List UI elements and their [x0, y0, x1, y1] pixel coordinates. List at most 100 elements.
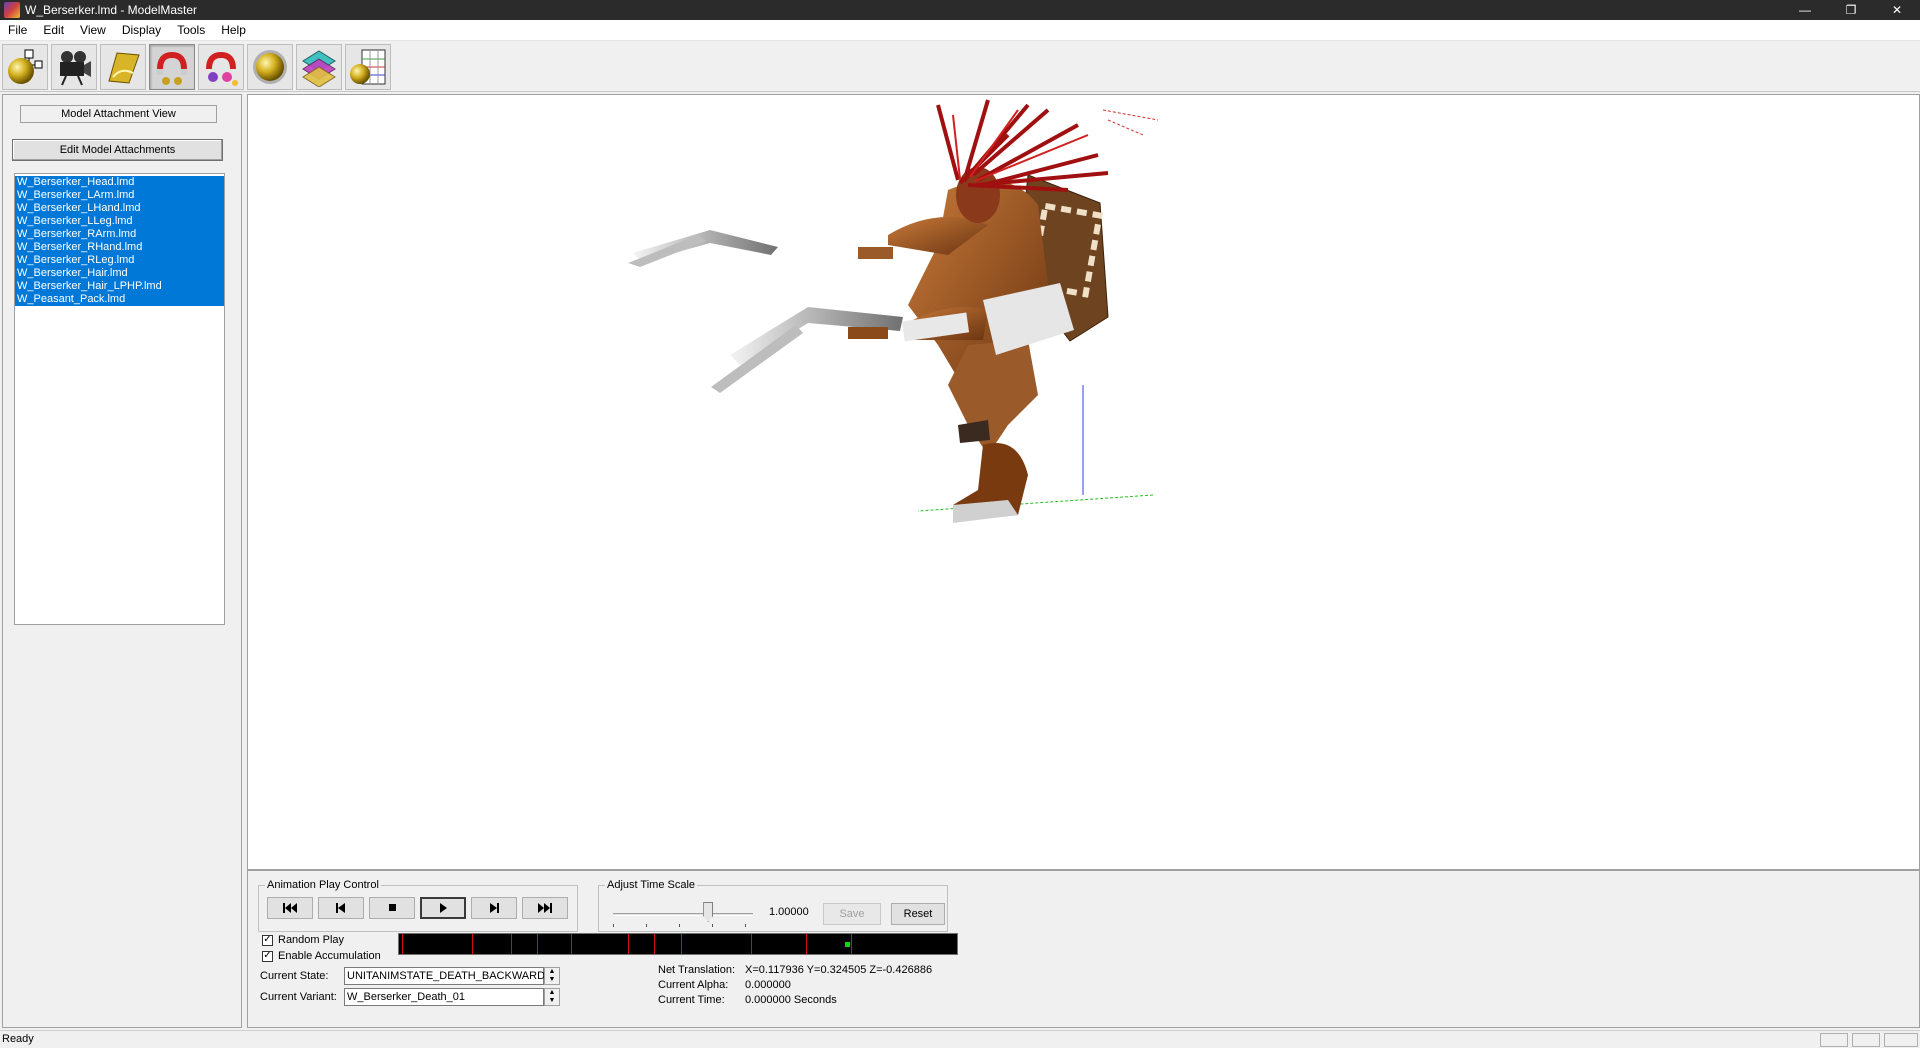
timeline-playhead[interactable] — [845, 942, 850, 947]
previous-frame-button[interactable] — [318, 897, 364, 919]
sphere-button[interactable] — [247, 43, 293, 90]
menu-file[interactable]: File — [0, 20, 35, 41]
menu-edit[interactable]: Edit — [35, 20, 72, 41]
berserker-model-render — [628, 99, 1159, 523]
toolbar — [0, 42, 1920, 92]
slider-tick — [646, 924, 647, 927]
texture-sheet-button[interactable] — [100, 43, 146, 90]
window-title: W_Berserker.lmd - ModelMaster — [25, 3, 198, 17]
current-variant-combo[interactable]: W_Berserker_Death_01 — [344, 988, 544, 1006]
list-item[interactable]: W_Peasant_Pack.lmd — [15, 293, 224, 306]
current-alpha-label: Current Alpha: — [658, 979, 729, 991]
last-frame-icon — [538, 903, 552, 913]
current-state-combo[interactable]: UNITANIMSTATE_DEATH_BACKWARD — [344, 967, 545, 985]
current-variant-spinner[interactable]: ▲ ▼ — [544, 988, 560, 1006]
attach-magnet-button[interactable] — [149, 43, 195, 90]
current-time-label: Current Time: — [658, 994, 725, 1006]
stop-button[interactable] — [369, 897, 415, 919]
list-item[interactable]: W_Berserker_RLeg.lmd — [15, 254, 224, 267]
timeline-event-marker — [571, 934, 572, 954]
time-scale-slider-thumb[interactable] — [703, 902, 714, 922]
minimize-button[interactable]: — — [1782, 0, 1828, 20]
stop-icon — [389, 904, 396, 911]
enable-accumulation-checkbox[interactable]: ✓ Enable Accumulation — [262, 950, 381, 962]
timeline-event-marker — [628, 934, 629, 954]
current-state-spinner[interactable]: ▲ ▼ — [544, 967, 560, 985]
time-scale-track[interactable] — [613, 913, 753, 916]
slider-tick — [679, 924, 680, 927]
window-controls: — ❐ ✕ — [1782, 0, 1920, 20]
random-play-label: Random Play — [278, 934, 345, 946]
model-viewport[interactable] — [247, 94, 1920, 870]
timeline-event-marker — [472, 934, 473, 954]
current-state-label: Current State: — [260, 970, 329, 982]
status-pane — [1820, 1033, 1848, 1047]
first-frame-icon — [283, 903, 297, 913]
first-frame-button[interactable] — [267, 897, 313, 919]
play-button[interactable] — [420, 897, 466, 919]
next-frame-icon — [490, 903, 499, 913]
attachment-list[interactable]: W_Berserker_Head.lmd W_Berserker_LArm.lm… — [14, 173, 225, 625]
slider-tick — [745, 924, 746, 927]
list-item[interactable]: W_Berserker_Hair.lmd — [15, 267, 224, 280]
list-item[interactable]: W_Berserker_Hair_LPHP.lmd — [15, 280, 224, 293]
animation-play-control-label: Animation Play Control — [265, 879, 381, 891]
status-pane — [1852, 1033, 1880, 1047]
timeline-event-marker — [654, 934, 655, 954]
particle-magnet-button[interactable] — [198, 43, 244, 90]
timeline-event-marker — [851, 934, 852, 954]
model-hierarchy-button[interactable] — [2, 43, 48, 90]
menu-display[interactable]: Display — [114, 20, 169, 41]
random-play-checkbox[interactable]: ✓ Random Play — [262, 934, 344, 946]
material-layers-icon — [302, 49, 336, 87]
timeline-event-marker — [681, 934, 682, 954]
enable-accumulation-check[interactable]: ✓ — [262, 950, 273, 962]
slider-tick — [712, 924, 713, 927]
menu-help[interactable]: Help — [213, 20, 254, 41]
animation-grid-button[interactable] — [345, 43, 391, 90]
animation-play-control-group: Animation Play Control — [258, 879, 578, 932]
previous-frame-icon — [336, 903, 345, 913]
restore-button[interactable]: ❐ — [1828, 0, 1874, 20]
camera-button[interactable] — [51, 43, 97, 90]
timeline-event-marker — [511, 934, 512, 954]
sphere-icon — [253, 49, 287, 84]
menu-tools[interactable]: Tools — [169, 20, 213, 41]
net-translation-value: X=0.117936 Y=0.324505 Z=-0.426886 — [745, 964, 933, 976]
enable-accumulation-label: Enable Accumulation — [278, 950, 381, 962]
menu-view[interactable]: View — [72, 20, 114, 41]
save-button[interactable]: Save — [823, 903, 881, 925]
random-play-check[interactable]: ✓ — [262, 934, 273, 946]
edit-model-attachments-button[interactable]: Edit Model Attachments — [12, 139, 223, 161]
menu-bar: File Edit View Display Tools Help — [0, 20, 1920, 41]
list-item[interactable]: W_Berserker_LArm.lmd — [15, 189, 224, 202]
adjust-time-scale-label: Adjust Time Scale — [605, 879, 698, 891]
title-bar: W_Berserker.lmd - ModelMaster — ❐ ✕ — [0, 0, 1920, 20]
last-frame-button[interactable] — [522, 897, 568, 919]
timeline-event-marker — [806, 934, 807, 954]
close-button[interactable]: ✕ — [1874, 0, 1920, 20]
next-frame-button[interactable] — [471, 897, 517, 919]
reset-button[interactable]: Reset — [891, 903, 945, 925]
animation-timeline[interactable] — [398, 933, 958, 955]
status-bar: Ready — [0, 1030, 1920, 1048]
list-item[interactable]: W_Berserker_LLeg.lmd — [15, 215, 224, 228]
camera-icon — [60, 50, 91, 85]
adjust-time-scale-group: Adjust Time Scale 1.00000 Save Reset — [598, 879, 948, 932]
animation-control-panel: Animation Play Control Adjust Time Scale… — [247, 870, 1920, 1028]
time-scale-value: 1.00000 — [769, 906, 809, 918]
status-text: Ready — [2, 1033, 34, 1045]
list-item[interactable]: W_Berserker_RHand.lmd — [15, 241, 224, 254]
model-hierarchy-icon — [8, 49, 43, 84]
timeline-event-marker — [402, 934, 403, 954]
app-icon — [4, 2, 20, 18]
material-layers-button[interactable] — [296, 43, 342, 90]
list-item[interactable]: W_Berserker_Head.lmd — [15, 176, 224, 189]
slider-tick — [613, 924, 614, 927]
current-variant-label: Current Variant: — [260, 991, 337, 1003]
particle-magnet-icon — [206, 51, 238, 86]
status-pane — [1884, 1033, 1918, 1047]
list-item[interactable]: W_Berserker_RArm.lmd — [15, 228, 224, 241]
current-alpha-value: 0.000000 — [745, 979, 791, 991]
list-item[interactable]: W_Berserker_LHand.lmd — [15, 202, 224, 215]
